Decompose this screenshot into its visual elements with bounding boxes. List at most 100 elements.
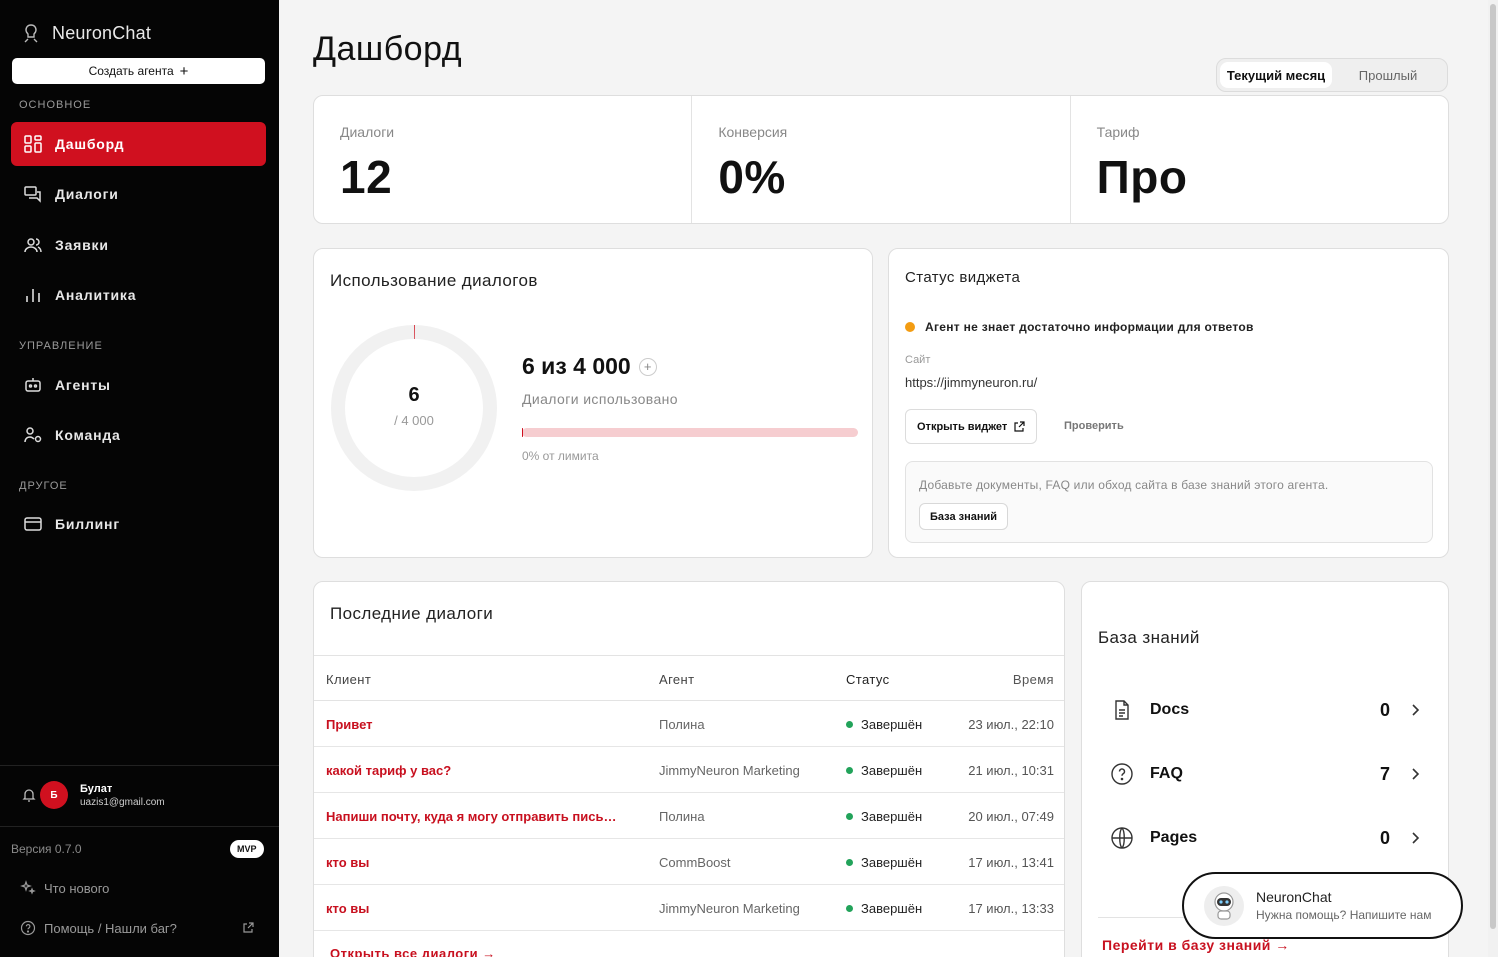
whats-new-link[interactable]: Что нового [20, 880, 109, 896]
row-agent: Полина [659, 716, 705, 732]
add-limit-icon[interactable]: + [638, 357, 657, 376]
go-to-kb-link[interactable]: Перейти в базу знаний → [1102, 937, 1290, 953]
kb-item-pages[interactable]: Pages 0 [1110, 823, 1422, 853]
kb-item-faq[interactable]: FAQ 7 [1110, 759, 1422, 789]
site-url: https://jimmyneuron.ru/ [905, 375, 1038, 390]
chevron-right-icon [1412, 704, 1420, 716]
check-widget-link[interactable]: Проверить [1064, 420, 1124, 432]
status-dot-icon [846, 720, 853, 728]
row-status-text: Завершён [861, 808, 923, 824]
globe-icon [1111, 827, 1133, 849]
bar-chart-icon [26, 289, 40, 302]
row-client[interactable]: кто вы [326, 839, 636, 885]
row-time: 21 июл., 10:31 [968, 762, 1054, 778]
brain-logo-icon [24, 24, 38, 43]
stat-label: Тариф [1096, 124, 1140, 140]
widget-status-text: Агент не знает достаточно информации для… [925, 320, 1254, 334]
page-scrollbar[interactable] [1488, 0, 1498, 957]
row-status-text: Завершён [861, 716, 923, 732]
sidebar-item-agents[interactable]: Агенты [11, 363, 266, 407]
grid-icon [24, 135, 42, 153]
mvp-badge: MVP [230, 840, 264, 858]
plus-icon: + [179, 62, 189, 80]
whats-new-label: Что нового [44, 880, 110, 896]
brand[interactable]: NeuronChat [20, 22, 151, 44]
status-dot-icon [846, 904, 853, 912]
sidebar-item-requests[interactable]: Заявки [11, 223, 266, 267]
sidebar-item-team[interactable]: Команда [11, 413, 266, 457]
kb-title: База знаний [1098, 628, 1200, 647]
period-previous-tab[interactable]: Прошлый [1332, 62, 1444, 88]
open-widget-label: Открыть виджет [917, 420, 1008, 433]
row-client[interactable]: Напиши почту, куда я могу отправить пись… [326, 793, 636, 839]
knowledge-base-button[interactable]: База знаний [919, 503, 1009, 530]
open-widget-button[interactable]: Открыть виджет [905, 409, 1038, 444]
kb-item-count: 0 [1379, 699, 1390, 720]
col-agent[interactable]: Агент [659, 656, 834, 702]
row-time: 20 июл., 07:49 [968, 808, 1054, 824]
ring-value: 6 [408, 384, 420, 406]
stat-plan: Тариф Про [1071, 96, 1448, 223]
stat-value: Про [1096, 151, 1188, 203]
sidebar-item-dialogs[interactable]: Диалоги [11, 172, 266, 216]
sidebar-item-label: Биллинг [55, 516, 120, 532]
sidebar-item-label: Агенты [55, 377, 111, 393]
sidebar-item-billing[interactable]: Биллинг [11, 502, 266, 546]
sidebar-item-label: Аналитика [55, 287, 137, 303]
row-time: 17 июл., 13:33 [968, 900, 1054, 916]
row-client[interactable]: какой тариф у вас? [326, 747, 636, 793]
sidebar-item-dashboard[interactable]: Дашборд [11, 122, 266, 166]
stat-dialogs: Диалоги 12 [314, 96, 693, 223]
user-name: Булат [80, 782, 113, 795]
col-client[interactable]: Клиент [326, 656, 636, 702]
help-link[interactable]: Помощь / Нашли баг? [20, 920, 177, 936]
row-time: 17 июл., 13:41 [968, 854, 1054, 870]
table-row[interactable]: кто вы JimmyNeuron Marketing Завершён 17… [314, 885, 1064, 931]
external-link-icon [1014, 420, 1025, 432]
site-label: Сайт [905, 354, 931, 366]
stats-card: Диалоги 12 Конверсия 0% Тариф Про [313, 95, 1449, 224]
scrollbar-thumb[interactable] [1490, 4, 1496, 929]
sidebar-divider [0, 765, 279, 766]
row-time: 23 июл., 22:10 [968, 716, 1054, 732]
users-icon [24, 238, 42, 253]
row-agent: JimmyNeuron Marketing [659, 762, 800, 778]
section-manage-title: УПРАВЛЕНИЕ [19, 340, 103, 352]
avatar: Б [40, 781, 68, 809]
open-all-dialogs-link[interactable]: Открыть все диалоги → [330, 946, 496, 957]
chat-name: NeuronChat [1256, 889, 1332, 905]
version-label: Версия 0.7.0 [11, 842, 82, 856]
row-client[interactable]: Привет [326, 701, 636, 747]
sidebar-item-label: Дашборд [55, 136, 125, 152]
table-row[interactable]: Привет Полина Завершён 23 июл., 22:10 [314, 701, 1064, 747]
card-icon [24, 517, 42, 531]
external-link-icon[interactable] [242, 922, 254, 934]
widget-status-card: Статус виджета Агент не знает достаточно… [888, 248, 1449, 558]
create-agent-button[interactable]: Создать агента + [12, 58, 265, 84]
knowledge-hint-text: Добавьте документы, FAQ или обход сайта … [919, 478, 1329, 492]
support-chat-bubble[interactable]: NeuronChat Нужна помощь? Напишите нам [1182, 872, 1463, 939]
table-row[interactable]: Напиши почту, куда я могу отправить пись… [314, 793, 1064, 839]
widget-title: Статус виджета [905, 269, 1021, 286]
sparkles-icon [20, 880, 36, 895]
sidebar-item-analytics[interactable]: Аналитика [11, 273, 266, 317]
chat-subtitle: Нужна помощь? Напишите нам [1256, 908, 1432, 922]
recent-title: Последние диалоги [330, 604, 494, 623]
table-row[interactable]: какой тариф у вас? JimmyNeuron Marketing… [314, 747, 1064, 793]
usage-count-label: 6 из 4 000 [522, 353, 631, 379]
period-current-tab[interactable]: Текущий месяц [1220, 62, 1332, 88]
stat-value: 12 [340, 151, 393, 203]
usage-title: Использование диалогов [330, 271, 538, 290]
row-agent: CommBoost [659, 854, 731, 870]
status-dot-icon [846, 766, 853, 774]
document-icon [1115, 700, 1129, 720]
table-row[interactable]: кто вы CommBoost Завершён 17 июл., 13:41 [314, 839, 1064, 885]
question-icon [1111, 763, 1133, 785]
row-client[interactable]: кто вы [326, 885, 636, 931]
sidebar-item-label: Диалоги [55, 186, 119, 202]
section-other-title: ДРУГОЕ [19, 480, 68, 492]
stat-label: Конверсия [718, 124, 788, 140]
col-time[interactable]: Время [924, 656, 1054, 702]
user-profile[interactable]: Б Булат uazis1@gmail.com [20, 781, 165, 809]
kb-item-docs[interactable]: Docs 0 [1110, 695, 1422, 725]
